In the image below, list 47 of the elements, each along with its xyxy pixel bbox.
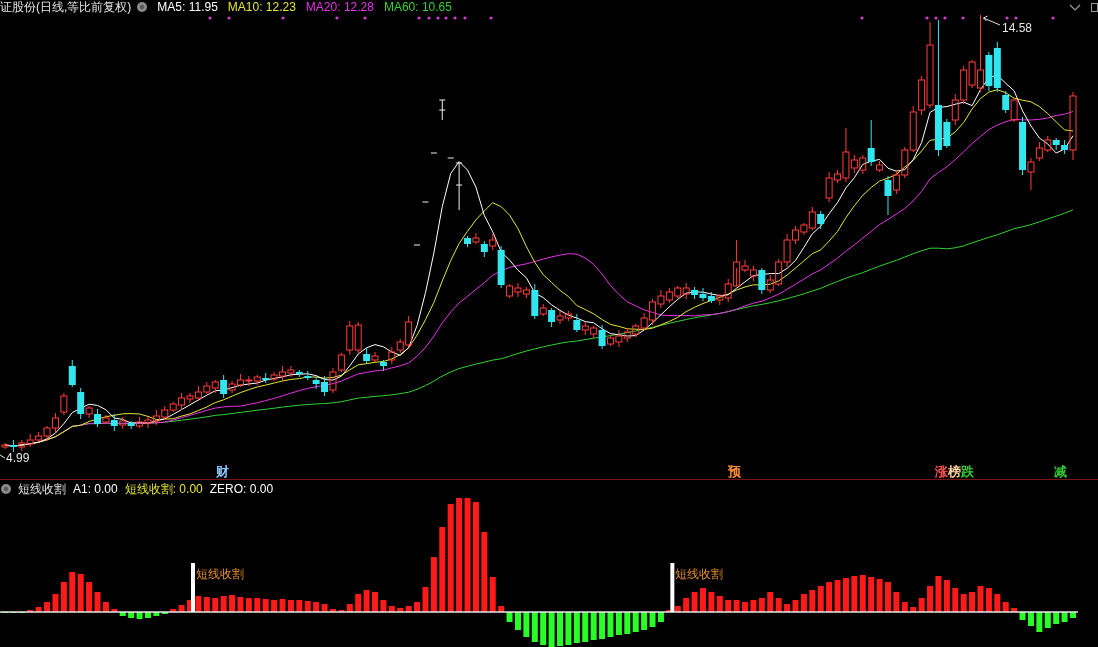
leader-line (0, 454, 6, 459)
ma-value: MA60: 10.65 (383, 0, 452, 14)
signal-dot-icon (1051, 16, 1055, 20)
event-marker: 财 (216, 464, 229, 479)
signal-label: 短线收割 (675, 567, 724, 581)
high-price-label: 14.58 (1002, 21, 1033, 35)
signal-dot-icon (1005, 16, 1009, 20)
ma-value: MA10: 12.23 (227, 0, 296, 14)
ma-value: MA20: 12.28 (305, 0, 374, 14)
signal-dot-icon (363, 16, 367, 20)
signal-bar (670, 563, 675, 612)
signal-dot-icon (417, 16, 421, 20)
square-icon[interactable] (1091, 2, 1098, 12)
event-marker: 减 (1054, 464, 1067, 479)
signal-dot-icon (463, 16, 467, 20)
low-price-label: 4.99 (6, 451, 30, 465)
signal-bar (191, 563, 195, 612)
indicator-value: A1: 0.00 (73, 482, 118, 496)
signal-dot-icon (227, 16, 231, 20)
signal-dot-icon (489, 16, 493, 20)
signal-dot-icon (943, 16, 947, 20)
chart-title: 证股份(日线,等比前复权) (0, 0, 132, 14)
indicator-title: 短线收割 (18, 480, 66, 498)
circle-icon[interactable] (1, 484, 11, 494)
indicator-value: ZERO: 0.00 (209, 482, 274, 496)
signal-dot-icon (208, 16, 212, 20)
signal-dot-icon (335, 16, 339, 20)
circle-icon[interactable] (137, 2, 148, 12)
indicator-value: 短线收割: 0.00 (124, 480, 203, 498)
signal-dot-icon (453, 16, 457, 20)
signal-dot-icon (436, 16, 440, 20)
event-marker: 跌 (961, 464, 974, 479)
event-marker: 榜 (948, 464, 961, 479)
event-marker: 预 (728, 464, 741, 479)
signal-dot-icon (444, 16, 448, 20)
ma-value: MA5: 11.95 (157, 0, 218, 14)
signal-dot-icon (1014, 16, 1018, 20)
signal-dot-icon (860, 16, 864, 20)
leader-arrow (983, 15, 1001, 26)
signal-dot-icon (925, 16, 929, 20)
signal-dot-icon (961, 16, 965, 20)
event-marker: 涨 (935, 464, 948, 479)
signal-dot-icon (281, 16, 285, 20)
signal-label: 短线收割 (196, 567, 244, 581)
signal-dot-icon (934, 16, 938, 20)
signal-dot-icon (427, 16, 431, 20)
chevron-down-icon[interactable] (1069, 3, 1081, 11)
